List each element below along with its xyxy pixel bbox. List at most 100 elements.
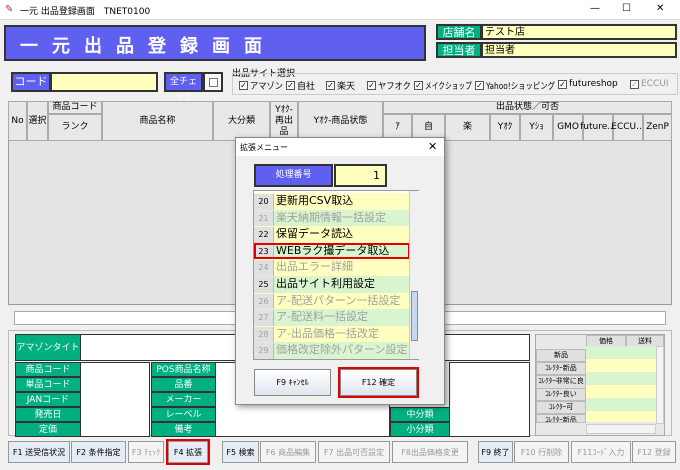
code-input[interactable] <box>50 72 158 92</box>
f1-button[interactable]: F1 送受信状況 <box>8 441 70 463</box>
menu-item-number: 21 <box>254 210 274 227</box>
menu-item-23[interactable]: 23 WEBラク撮データ取込 <box>254 242 410 260</box>
site-checkbox-rakuten[interactable]: ✓ 楽天 <box>326 79 365 92</box>
close-button[interactable]: ✕ <box>656 3 664 14</box>
col-rank: ランク <box>48 114 102 141</box>
staff-label: 担当者 <box>436 42 482 58</box>
f10-button: F10 行削除 <box>514 441 569 463</box>
col-status: Yｼｮ <box>520 114 553 141</box>
col-status: ZenP <box>643 114 672 141</box>
menu-item-25[interactable]: 25 出品サイト利用設定 <box>254 276 410 293</box>
condition-row: ｺﾚｸﾀｰ良い <box>536 388 586 401</box>
site-checkbox-yahoo-shopping[interactable]: ✓ Yahoo!ショッピング <box>475 79 556 92</box>
extension-menu-dialog: 拡張メニュー ✕ 処理番号 1 20 更新用CSV取込 21 楽天納期情報一括設定 22… <box>235 137 445 405</box>
dialog-title-bar: 拡張メニュー ✕ <box>236 138 444 156</box>
grid-header: No 選択 商品コード ランク 商品名称 大分類 Yｵｸ-再出品 Yｵｸ-商品状… <box>8 101 672 141</box>
f6-button: F6 商品編集 <box>260 441 316 463</box>
site-checkbox-eccui: ✓ ECCUI <box>630 79 669 89</box>
f11-button: F11ｺｰﾄﾞ入力 <box>571 441 631 463</box>
f8-button: F8出品価格変更 <box>392 441 468 463</box>
site-checkbox-amazon[interactable]: ✓ アマゾン <box>239 79 284 92</box>
v-scrollbar[interactable] <box>656 346 664 424</box>
store-label: 店舗名称 <box>436 24 482 52</box>
page-title: 一元出品登録画面 <box>4 25 426 61</box>
col-select: 選択 <box>27 101 48 141</box>
f4-extend-button[interactable]: F4 拡張 <box>166 439 210 465</box>
menu-scrollbar[interactable] <box>409 191 419 359</box>
menu-item-28[interactable]: 28 ア-出品価格一括改定 <box>254 325 410 343</box>
menu-item-label: 楽天納期情報一括設定 <box>276 210 386 224</box>
col-status: ECCU... <box>611 114 645 141</box>
list-price-label: 定価 <box>15 422 81 437</box>
condition-row: ｺﾚｸﾀｰ可 <box>536 401 586 414</box>
menu-item-20[interactable]: 20 更新用CSV取込 <box>254 193 410 210</box>
menu-list[interactable]: 20 更新用CSV取込 21 楽天納期情報一括設定 22 保留データ読込 23 WEBラク撮デ… <box>253 190 419 360</box>
product-code-label: 商品コード <box>15 362 81 377</box>
condition-price-grid[interactable]: 価格 送料 新品 ｺﾚｸﾀｰ新品 ｺﾚｸﾀｰ非常に良い ｺﾚｸﾀｰ良い ｺﾚｸﾀ… <box>535 334 665 436</box>
pos-name-label: POS商品名称 <box>151 362 216 377</box>
menu-item-number: 20 <box>254 194 274 210</box>
condition-row: 新品 <box>536 349 586 362</box>
small-category-label: 小分類 <box>390 422 450 437</box>
col-status: future... <box>580 114 616 141</box>
minimize-button[interactable]: — <box>590 3 600 14</box>
all-check-button[interactable]: 全チェック <box>164 72 203 103</box>
jan-label: JANコード <box>15 392 81 407</box>
category-fields[interactable] <box>449 362 530 437</box>
all-check-checkbox[interactable] <box>203 72 223 92</box>
menu-item-number: 26 <box>254 293 274 310</box>
store-field[interactable]: テスト店 <box>481 24 677 40</box>
h-scrollbar[interactable] <box>586 424 656 434</box>
confirm-button[interactable]: F12 確定 <box>338 367 419 398</box>
f2-button[interactable]: F2 条件指定 <box>71 441 126 463</box>
cancel-button[interactable]: F9 ｷｬﾝｾﾙ <box>254 369 331 396</box>
proc-number-label: 処理番号 <box>254 164 333 187</box>
condition-row: ｺﾚｸﾀｰ新品 <box>536 414 586 423</box>
menu-item-label: 更新用CSV取込 <box>276 194 354 207</box>
product-fields[interactable] <box>80 362 150 437</box>
menu-item-label: 価格改定除外パターン設定 <box>276 343 408 357</box>
menu-item-label: ア-配送パターン一括設定 <box>276 293 401 307</box>
menu-item-29[interactable]: 29 価格改定除外パターン設定 <box>254 342 410 359</box>
menu-item-number: 29 <box>254 343 274 359</box>
menu-item-label: 出品サイト利用設定 <box>276 277 375 290</box>
window-title: 一元 出品登録画面 TNET0100 <box>20 7 151 17</box>
col-relist: Yｵｸ-再出品 <box>270 101 298 141</box>
scroll-thumb[interactable] <box>411 291 418 341</box>
f9-button[interactable]: F9 終了 <box>478 441 513 463</box>
item-code-label: 単品コード <box>15 377 81 392</box>
site-checkbox-futureshop[interactable]: ✓ futureshop <box>558 79 628 89</box>
menu-item-21[interactable]: 21 楽天納期情報一括設定 <box>254 209 410 227</box>
col-condition: Yｵｸ-商品状態 <box>298 101 383 141</box>
f7-button: F7 出品可否設定 <box>318 441 390 463</box>
col-status-group: 出品状態／可否 <box>383 101 672 114</box>
menu-item-number: 28 <box>254 326 274 343</box>
title-bar: ✎ 一元 出品登録画面 TNET0100 — ☐ ✕ <box>0 0 680 20</box>
part-no-label: 品番 <box>151 377 216 392</box>
staff-field[interactable]: 担当者 <box>481 42 677 58</box>
menu-item-label: ア-配送料一括設定 <box>276 310 368 324</box>
menu-item-27[interactable]: 27 ア-配送料一括設定 <box>254 309 410 326</box>
site-checkbox-makeshop[interactable]: ✓ メイクショップ <box>414 79 473 92</box>
site-checkbox-own[interactable]: ✓ 自社 <box>286 79 324 92</box>
record-label-label: レーベル <box>151 407 216 422</box>
dialog-close-button[interactable]: ✕ <box>428 140 437 153</box>
menu-item-number: 22 <box>254 227 274 243</box>
menu-item-26[interactable]: 26 ア-配送パターン一括設定 <box>254 292 410 310</box>
menu-item-label: WEBラク撮データ取込 <box>276 243 390 257</box>
site-checkbox-yahoo-auction[interactable]: ✓ ヤフオク <box>367 79 412 92</box>
maximize-button[interactable]: ☐ <box>622 3 631 14</box>
col-name: 商品名称 <box>102 101 213 141</box>
proc-number-input[interactable]: 1 <box>334 164 387 187</box>
amazon-title-label: アマゾンタイトル <box>15 334 81 379</box>
menu-item-number: 24 <box>254 260 274 276</box>
menu-item-24[interactable]: 24 出品エラー詳細 <box>254 259 410 276</box>
code-label: コード <box>11 72 51 92</box>
condition-row: ｺﾚｸﾀｰ新品 <box>536 362 586 375</box>
f5-button[interactable]: F5 検索 <box>222 441 259 463</box>
price-cells[interactable] <box>586 346 656 422</box>
menu-item-label: 保留データ読込 <box>276 227 353 241</box>
col-code: 商品コード <box>48 101 102 114</box>
menu-item-22[interactable]: 22 保留データ読込 <box>254 226 410 243</box>
maker-label: メーカー <box>151 392 216 407</box>
